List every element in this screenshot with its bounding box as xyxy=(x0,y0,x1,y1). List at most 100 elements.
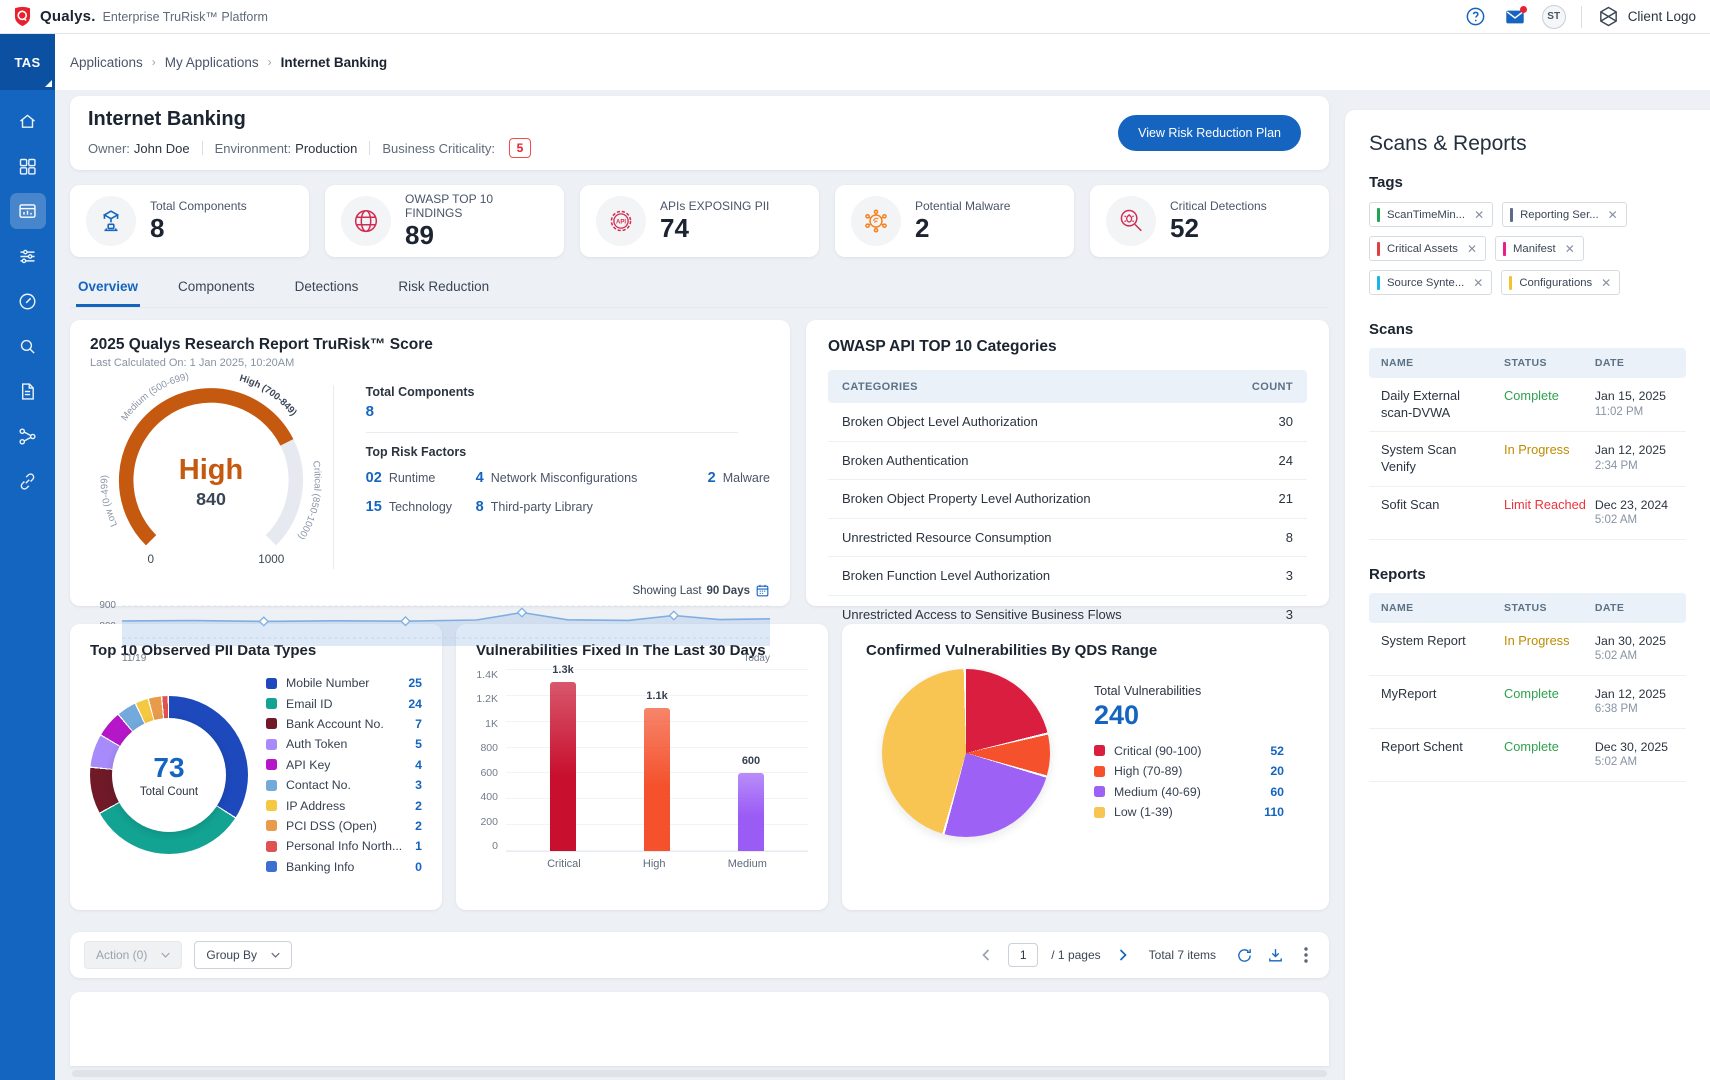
tag-color-bar xyxy=(1503,242,1506,256)
breadcrumb-current: Internet Banking xyxy=(281,55,388,70)
tag-chip: Source Synte...✕ xyxy=(1369,270,1492,295)
action-dropdown[interactable]: Action (0) xyxy=(84,941,182,969)
malware-icon xyxy=(851,196,901,246)
tag-color-bar xyxy=(1510,208,1513,222)
sidebar-item-connectors[interactable] xyxy=(10,463,46,499)
report-row[interactable]: Report SchentCompleteDec 30, 20255:02 AM xyxy=(1369,729,1686,782)
page-number-input[interactable] xyxy=(1008,943,1038,967)
sidebar-item-home[interactable] xyxy=(10,103,46,139)
report-row[interactable]: MyReportCompleteJan 12, 20256:38 PM xyxy=(1369,676,1686,729)
pages-label: / 1 pages xyxy=(1051,948,1100,962)
showing-range: 90 Days xyxy=(707,585,750,597)
sidebar-item-integrations[interactable] xyxy=(10,418,46,454)
bar-chart-plot: 1.3k1.1k600 xyxy=(506,669,808,852)
time-value: 5:02 AM xyxy=(1595,649,1674,665)
tab-detections[interactable]: Detections xyxy=(293,279,361,307)
owasp-category-row: Broken Object Level Authorization30 xyxy=(828,403,1307,442)
sidebar-item-risk-meter[interactable] xyxy=(10,283,46,319)
next-page-button[interactable] xyxy=(1114,946,1132,964)
more-options-icon[interactable] xyxy=(1297,946,1315,964)
legend-label: Email ID xyxy=(286,697,408,711)
pii-donut-chart: 73 Total Count xyxy=(90,696,248,854)
scan-row[interactable]: Sofit ScanLimit ReachedDec 23, 20245:02 … xyxy=(1369,487,1686,540)
tab-risk-reduction[interactable]: Risk Reduction xyxy=(396,279,491,307)
sidebar-item-applications[interactable] xyxy=(10,193,46,229)
qds-legend-item: Critical (90-100)52 xyxy=(1094,741,1284,761)
qds-range-card: Confirmed Vulnerabilities By QDS Range T… xyxy=(842,624,1329,910)
bar-x-label: Medium xyxy=(728,858,767,870)
calendar-icon[interactable] xyxy=(755,583,770,598)
top-risk-factors-label: Top Risk Factors xyxy=(366,445,770,459)
page-title: Internet Banking xyxy=(88,108,531,131)
tag-label: Critical Assets xyxy=(1387,243,1458,255)
sidebar-item-documents[interactable] xyxy=(10,373,46,409)
sidebar-item-search[interactable] xyxy=(10,328,46,364)
svg-text:API: API xyxy=(616,219,626,225)
row-status: Limit Reached xyxy=(1504,497,1595,512)
risk-factor-value: 2 xyxy=(708,470,716,486)
risk-factor-label: Technology xyxy=(389,500,452,514)
tag-remove-icon[interactable]: ✕ xyxy=(1474,209,1484,221)
sidebar-item-filters[interactable] xyxy=(10,238,46,274)
mail-icon[interactable] xyxy=(1503,5,1527,29)
scan-row[interactable]: System Scan VenifyIn ProgressJan 12, 202… xyxy=(1369,432,1686,486)
avatar[interactable]: ST xyxy=(1542,5,1566,29)
bar xyxy=(644,708,670,851)
tag-remove-icon[interactable]: ✕ xyxy=(1473,277,1483,289)
kpi-value: 2 xyxy=(915,215,1010,242)
chevron-right-icon: › xyxy=(268,55,272,69)
download-icon[interactable] xyxy=(1266,946,1284,964)
row-date: Dec 23, 20245:02 AM xyxy=(1595,497,1674,529)
owner-value: John Doe xyxy=(134,141,190,156)
components-list-placeholder xyxy=(70,992,1329,1066)
categories-column-header: CATEGORIES xyxy=(842,381,1233,393)
tag-remove-icon[interactable]: ✕ xyxy=(1608,209,1618,221)
tag-label: Reporting Ser... xyxy=(1520,209,1599,221)
breadcrumb-my-applications[interactable]: My Applications xyxy=(165,55,259,70)
bar-chart-y-axis: 1.4K1.2K1K8006004002000 xyxy=(476,669,506,852)
tag-remove-icon[interactable]: ✕ xyxy=(1601,277,1611,289)
sidebar-item-dashboards[interactable] xyxy=(10,148,46,184)
breadcrumb-applications[interactable]: Applications xyxy=(70,55,143,70)
view-risk-reduction-plan-button[interactable]: View Risk Reduction Plan xyxy=(1118,115,1301,151)
pii-legend-item: Contact No.3 xyxy=(266,775,422,795)
row-status: Complete xyxy=(1504,388,1595,403)
row-date: Jan 30, 20255:02 AM xyxy=(1595,633,1674,665)
group-by-dropdown[interactable]: Group By xyxy=(194,941,292,969)
tag-remove-icon[interactable]: ✕ xyxy=(1565,243,1575,255)
refresh-icon[interactable] xyxy=(1235,946,1253,964)
workspace-label: TAS xyxy=(15,55,41,70)
criticality-label: Business Criticality: xyxy=(382,141,495,156)
name-column-header: NAME xyxy=(1381,602,1504,614)
horizontal-scrollbar[interactable] xyxy=(72,1070,1327,1077)
kpi-apis-exposing-pii: API APIs EXPOSING PII 74 xyxy=(580,185,819,257)
owner-label: Owner: xyxy=(88,141,130,156)
kpi-potential-malware: Potential Malware 2 xyxy=(835,185,1074,257)
date-value: Dec 23, 2024 xyxy=(1595,497,1674,514)
date-value: Jan 15, 2025 xyxy=(1595,388,1674,405)
qds-total-value: 240 xyxy=(1094,700,1284,731)
total-items-label: Total 7 items xyxy=(1149,948,1216,962)
pii-legend-item: IP Address2 xyxy=(266,795,422,815)
report-row[interactable]: System ReportIn ProgressJan 30, 20255:02… xyxy=(1369,623,1686,676)
row-name: System Scan Venify xyxy=(1381,442,1504,475)
y-tick-label: 1.4K xyxy=(476,669,498,681)
workspace-switcher[interactable]: TAS xyxy=(0,34,55,90)
row-name: Daily External scan-DVWA xyxy=(1381,388,1504,421)
trurisk-gauge: Low (0-499) Medium (500-699) High (700-8… xyxy=(90,371,333,583)
time-value: 11:02 PM xyxy=(1595,405,1674,421)
kpi-total-components: Total Components 8 xyxy=(70,185,309,257)
owasp-table-header: CATEGORIES COUNT xyxy=(828,370,1307,403)
risk-factor-value: 4 xyxy=(476,470,484,486)
tab-overview[interactable]: Overview xyxy=(76,279,140,307)
status-column-header: STATUS xyxy=(1504,357,1595,369)
scan-row[interactable]: Daily External scan-DVWACompleteJan 15, … xyxy=(1369,378,1686,432)
help-icon[interactable] xyxy=(1464,5,1488,29)
tag-remove-icon[interactable]: ✕ xyxy=(1467,243,1477,255)
tab-components[interactable]: Components xyxy=(176,279,257,307)
pii-data-types-card: Top 10 Observed PII Data Types 73 Total … xyxy=(70,624,442,910)
previous-page-button[interactable] xyxy=(977,946,995,964)
trend-ytick-900: 900 xyxy=(90,600,116,611)
risk-factor-label: Malware xyxy=(723,471,770,485)
reports-table-header: NAME STATUS DATE xyxy=(1369,593,1686,623)
